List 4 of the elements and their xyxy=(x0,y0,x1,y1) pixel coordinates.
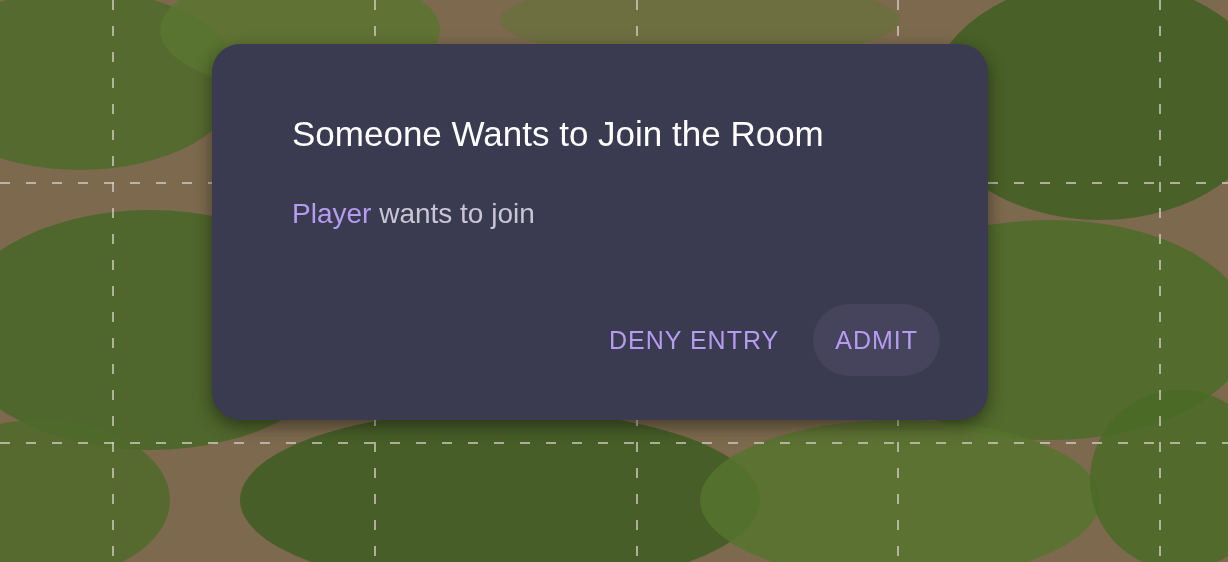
admit-button[interactable]: ADMIT xyxy=(813,304,940,376)
deny-button[interactable]: DENY ENTRY xyxy=(587,304,802,376)
dialog-message: Player wants to join xyxy=(292,197,535,231)
dialog-title: Someone Wants to Join the Room xyxy=(292,113,824,155)
